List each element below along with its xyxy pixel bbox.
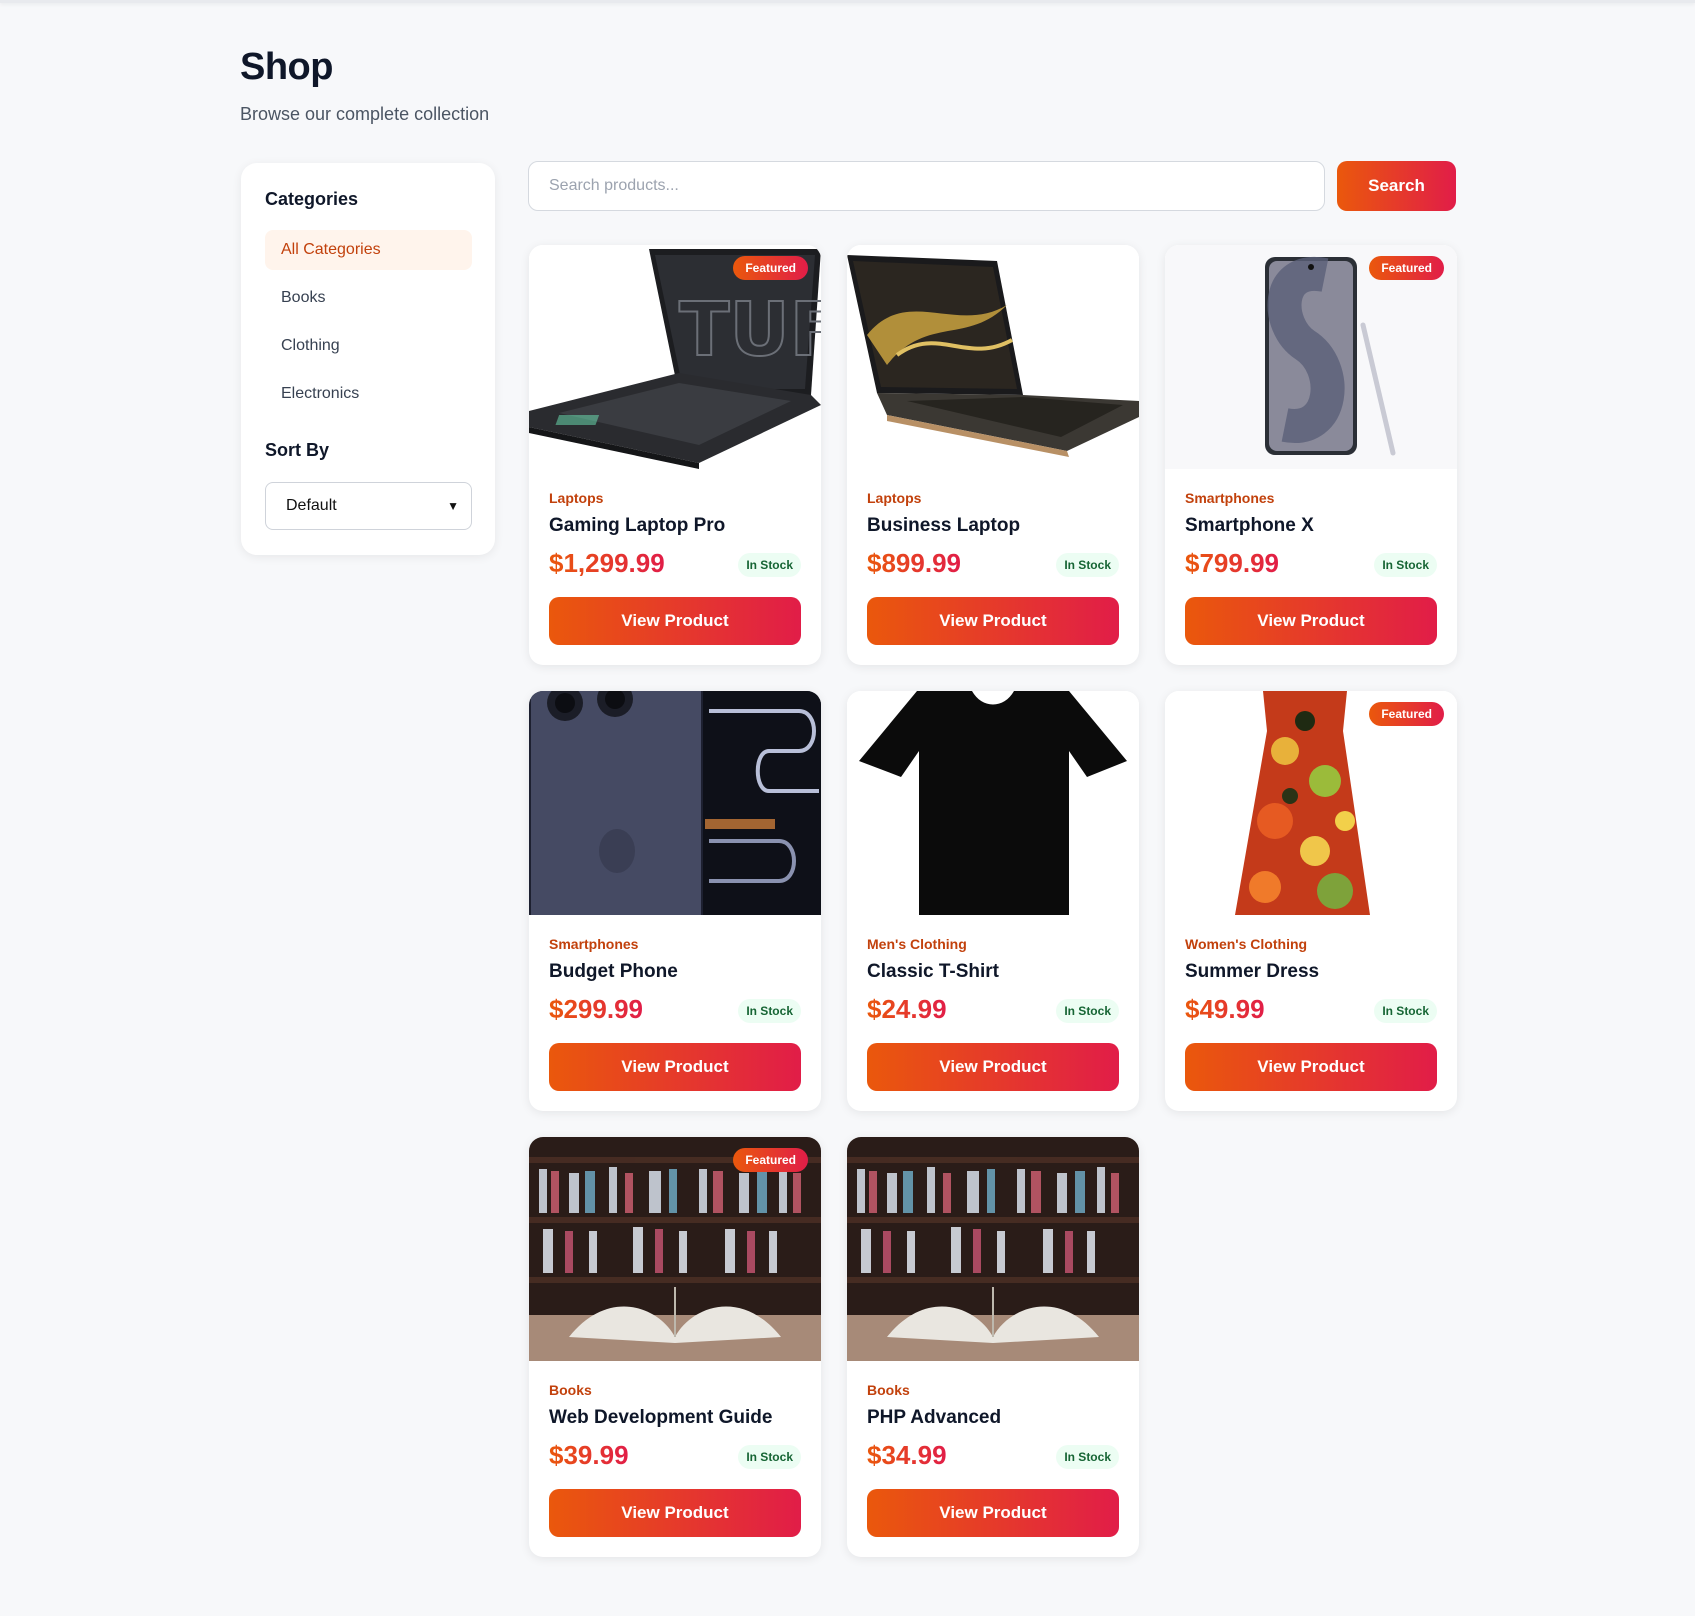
product-price: $49.99: [1185, 994, 1265, 1024]
product-name[interactable]: Web Development Guide: [549, 1407, 772, 1429]
product-price: $299.99: [549, 994, 643, 1024]
product-card[interactable]: Featured Women's Clothing Summer Dress $…: [1165, 691, 1457, 1111]
view-product-button[interactable]: View Product: [549, 1043, 801, 1091]
featured-badge: Featured: [733, 1148, 808, 1172]
category-item-books[interactable]: Books: [265, 278, 472, 318]
featured-badge: Featured: [1369, 702, 1444, 726]
product-name[interactable]: Classic T-Shirt: [867, 961, 999, 983]
product-card[interactable]: Laptops Business Laptop $899.99 In Stock…: [847, 245, 1139, 665]
product-name[interactable]: Summer Dress: [1185, 961, 1319, 983]
view-product-button[interactable]: View Product: [549, 597, 801, 645]
product-name[interactable]: Business Laptop: [867, 515, 1020, 537]
view-product-button[interactable]: View Product: [1185, 1043, 1437, 1091]
featured-badge: Featured: [1369, 256, 1444, 280]
stock-badge: In Stock: [738, 553, 801, 577]
category-item-all[interactable]: All Categories: [265, 230, 472, 270]
page-subtitle: Browse our complete collection: [240, 104, 490, 124]
product-price: $799.99: [1185, 548, 1279, 578]
view-product-button[interactable]: View Product: [1185, 597, 1437, 645]
product-card[interactable]: Books PHP Advanced $34.99 In Stock View …: [847, 1137, 1139, 1557]
view-product-button[interactable]: View Product: [867, 1043, 1119, 1091]
chevron-down-icon: ▼: [447, 499, 459, 513]
category-list: All Categories Books Clothing Electronic…: [265, 230, 472, 422]
product-name[interactable]: Gaming Laptop Pro: [549, 515, 725, 537]
product-category: Women's Clothing: [1185, 936, 1308, 952]
product-category: Smartphones: [1185, 490, 1275, 506]
filter-sidebar: Categories All Categories Books Clothing…: [241, 163, 495, 555]
product-card[interactable]: TUF Featured Laptops Gaming Laptop Pro $…: [529, 245, 821, 665]
product-category: Laptops: [867, 490, 922, 506]
product-category: Books: [867, 1382, 910, 1398]
category-item-electronics[interactable]: Electronics: [265, 374, 472, 414]
sort-heading: Sort By: [265, 440, 330, 460]
svg-text:TUF: TUF: [679, 287, 821, 373]
search-placeholder: Search products...: [549, 177, 679, 194]
stock-badge: In Stock: [1056, 999, 1119, 1023]
view-product-button[interactable]: View Product: [867, 597, 1119, 645]
product-card[interactable]: Men's Clothing Classic T-Shirt $24.99 In…: [847, 691, 1139, 1111]
product-category: Smartphones: [549, 936, 639, 952]
sort-select[interactable]: Default ▼: [265, 482, 472, 530]
categories-heading: Categories: [265, 189, 359, 209]
product-price: $24.99: [867, 994, 947, 1024]
business-laptop-image: [847, 245, 1139, 469]
product-category: Men's Clothing: [867, 936, 967, 952]
product-name[interactable]: Budget Phone: [549, 961, 678, 983]
product-card[interactable]: Smartphones Budget Phone $299.99 In Stoc…: [529, 691, 821, 1111]
stock-badge: In Stock: [738, 999, 801, 1023]
featured-badge: Featured: [733, 256, 808, 280]
sort-select-value: Default: [286, 497, 337, 514]
top-bar: [0, 0, 1695, 3]
stock-badge: In Stock: [1056, 1445, 1119, 1469]
product-category: Books: [549, 1382, 592, 1398]
page-title: Shop: [240, 46, 333, 88]
stock-badge: In Stock: [738, 1445, 801, 1469]
product-price: $34.99: [867, 1440, 947, 1470]
view-product-button[interactable]: View Product: [867, 1489, 1119, 1537]
stock-badge: In Stock: [1056, 553, 1119, 577]
tshirt-image: [847, 691, 1139, 915]
product-name[interactable]: Smartphone X: [1185, 515, 1314, 537]
product-price: $899.99: [867, 548, 961, 578]
product-name[interactable]: PHP Advanced: [867, 1407, 1001, 1429]
search-input[interactable]: Search products...: [528, 161, 1325, 211]
book-image: [847, 1137, 1139, 1361]
product-price: $1,299.99: [549, 548, 665, 578]
product-category: Laptops: [549, 490, 604, 506]
product-card[interactable]: Featured Books Web Development Guide $39…: [529, 1137, 821, 1557]
category-item-clothing[interactable]: Clothing: [265, 326, 472, 366]
view-product-button[interactable]: View Product: [549, 1489, 801, 1537]
search-button[interactable]: Search: [1337, 161, 1456, 211]
budget-phone-image: [529, 691, 821, 915]
product-price: $39.99: [549, 1440, 629, 1470]
stock-badge: In Stock: [1374, 553, 1437, 577]
stock-badge: In Stock: [1374, 999, 1437, 1023]
product-card[interactable]: Featured Smartphones Smartphone X $799.9…: [1165, 245, 1457, 665]
